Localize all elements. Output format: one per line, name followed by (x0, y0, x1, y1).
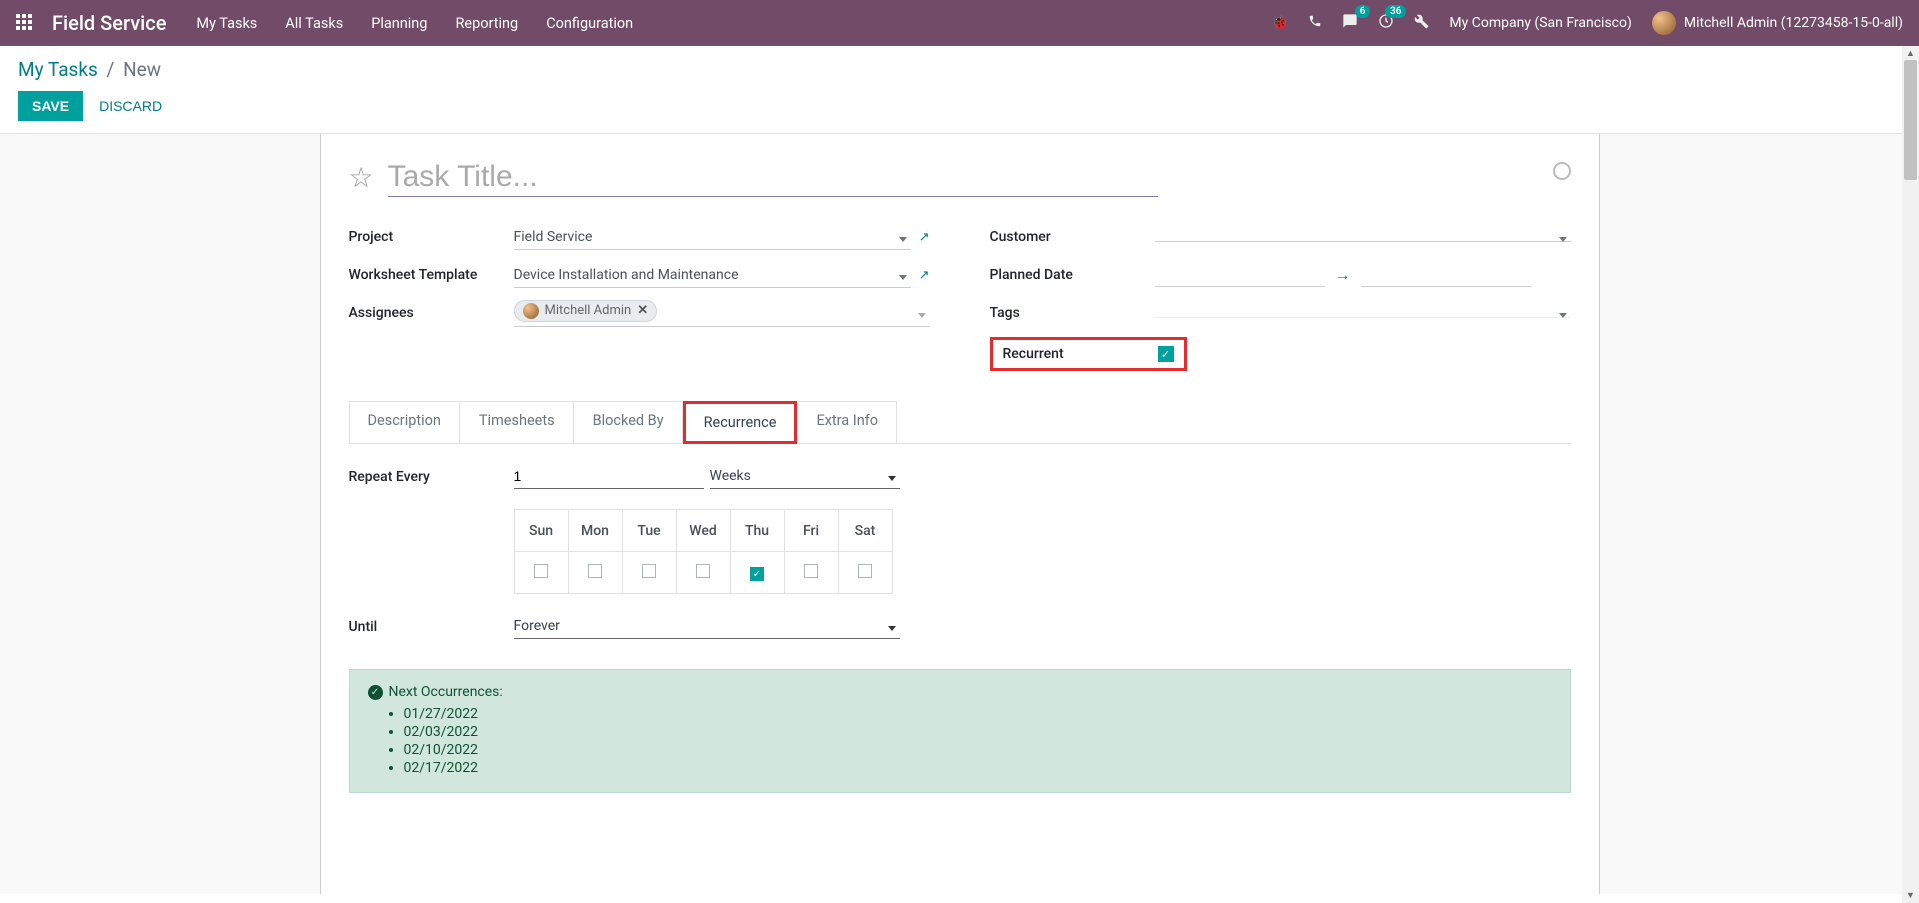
scroll-up-icon[interactable]: ▲ (1906, 48, 1915, 59)
kanban-state-icon[interactable] (1553, 162, 1571, 180)
label-tags: Tags (990, 305, 1155, 321)
nav-links: My Tasks All Tasks Planning Reporting Co… (196, 15, 633, 32)
nav-all-tasks[interactable]: All Tasks (285, 15, 343, 32)
day-header: Sat (838, 510, 892, 552)
user-name: Mitchell Admin (12273458-15-0-all) (1684, 15, 1903, 31)
phone-icon[interactable] (1308, 14, 1322, 32)
chip-label: Mitchell Admin (545, 303, 632, 318)
task-title-input[interactable] (388, 158, 1158, 197)
nav-configuration[interactable]: Configuration (546, 15, 633, 32)
form-sheet: ☆ Project Field Service ↗ Worksheet Temp… (320, 134, 1600, 894)
day-sat-checkbox[interactable] (858, 564, 872, 578)
day-tue-checkbox[interactable] (642, 564, 656, 578)
remove-chip-icon[interactable]: ✕ (637, 303, 648, 318)
breadcrumb-current: New (123, 58, 161, 81)
label-until: Until (349, 619, 514, 635)
weekday-table: Sun Mon Tue Wed Thu Fri Sat ✓ (514, 509, 893, 594)
activity-icon[interactable]: 36 (1378, 13, 1394, 33)
company-selector[interactable]: My Company (San Francisco) (1449, 15, 1631, 31)
activity-badge: 36 (1385, 5, 1406, 18)
brand[interactable]: Field Service (52, 11, 166, 35)
star-icon[interactable]: ☆ (349, 161, 374, 194)
breadcrumb-parent[interactable]: My Tasks (18, 58, 98, 81)
chat-icon[interactable]: 6 (1342, 13, 1358, 33)
day-fri-checkbox[interactable] (804, 564, 818, 578)
action-bar: SAVE DISCARD (18, 91, 1901, 121)
recurrent-checkbox[interactable]: ✓ (1158, 346, 1174, 362)
until-select[interactable]: Forever (514, 614, 900, 639)
day-mon-checkbox[interactable] (588, 564, 602, 578)
label-worksheet: Worksheet Template (349, 267, 514, 283)
occurrence-date: 02/03/2022 (404, 724, 1552, 740)
tabs: Description Timesheets Blocked By Recurr… (349, 401, 1571, 444)
day-sun-checkbox[interactable] (534, 564, 548, 578)
assignee-chip: Mitchell Admin ✕ (514, 300, 658, 322)
tab-timesheets[interactable]: Timesheets (460, 401, 574, 444)
user-menu[interactable]: Mitchell Admin (12273458-15-0-all) (1652, 11, 1903, 35)
external-link-icon[interactable]: ↗ (919, 230, 930, 245)
occurrence-date: 02/10/2022 (404, 742, 1552, 758)
day-wed-checkbox[interactable] (696, 564, 710, 578)
arrow-right-icon: → (1335, 265, 1351, 285)
tools-icon[interactable] (1414, 14, 1429, 33)
nav-reporting[interactable]: Reporting (455, 15, 518, 32)
label-recurrent: Recurrent (1003, 346, 1158, 362)
avatar (1652, 11, 1676, 35)
day-header: Sun (514, 510, 568, 552)
nav-planning[interactable]: Planning (371, 15, 427, 32)
debug-icon[interactable]: 🐞 (1271, 15, 1288, 31)
nav-my-tasks[interactable]: My Tasks (196, 15, 257, 32)
scrollbar-thumb[interactable] (1904, 60, 1917, 180)
tags-field[interactable] (1155, 309, 1571, 318)
occurrence-date: 01/27/2022 (404, 706, 1552, 722)
nav-right: 🐞 6 36 My Company (San Francisco) Mitche… (1271, 11, 1903, 35)
label-planned: Planned Date (990, 267, 1155, 283)
occurrence-date: 02/17/2022 (404, 760, 1552, 776)
control-panel: My Tasks / New SAVE DISCARD (0, 46, 1919, 134)
planned-start-input[interactable] (1155, 263, 1325, 287)
label-customer: Customer (990, 229, 1155, 245)
label-repeat: Repeat Every (349, 469, 514, 485)
planned-end-input[interactable] (1361, 263, 1531, 287)
check-circle-icon: ✓ (368, 685, 383, 700)
project-field[interactable]: Field Service (514, 225, 911, 250)
repeat-unit-select[interactable]: Weeks (710, 464, 900, 489)
tab-description[interactable]: Description (349, 401, 460, 444)
day-thu-checkbox[interactable]: ✓ (750, 567, 764, 581)
label-assignees: Assignees (349, 305, 514, 321)
external-link-icon[interactable]: ↗ (919, 268, 930, 283)
alert-title: Next Occurrences: (389, 684, 503, 700)
worksheet-field[interactable]: Device Installation and Maintenance (514, 263, 911, 288)
recurrent-highlight: Recurrent ✓ (990, 337, 1187, 371)
save-button[interactable]: SAVE (18, 91, 83, 121)
tab-recurrence[interactable]: Recurrence (683, 401, 798, 444)
tab-extra-info[interactable]: Extra Info (797, 401, 897, 444)
day-header: Mon (568, 510, 622, 552)
scroll-down-icon[interactable]: ▼ (1906, 890, 1915, 901)
customer-field[interactable] (1155, 233, 1571, 242)
tab-blocked-by[interactable]: Blocked By (574, 401, 683, 444)
assignees-field[interactable]: Mitchell Admin ✕ (514, 300, 930, 327)
day-header: Tue (622, 510, 676, 552)
chat-badge: 6 (1355, 5, 1371, 18)
apps-icon[interactable] (16, 14, 34, 32)
breadcrumb: My Tasks / New (18, 58, 1901, 81)
avatar (523, 303, 539, 319)
top-nav: Field Service My Tasks All Tasks Plannin… (0, 0, 1919, 46)
day-header: Fri (784, 510, 838, 552)
repeat-interval-input[interactable] (514, 464, 704, 489)
discard-button[interactable]: DISCARD (99, 98, 162, 114)
label-project: Project (349, 229, 514, 245)
day-header: Wed (676, 510, 730, 552)
next-occurrences-alert: ✓ Next Occurrences: 01/27/2022 02/03/202… (349, 669, 1571, 793)
day-header: Thu (730, 510, 784, 552)
scrollbar[interactable]: ▲ ▼ (1902, 46, 1919, 903)
